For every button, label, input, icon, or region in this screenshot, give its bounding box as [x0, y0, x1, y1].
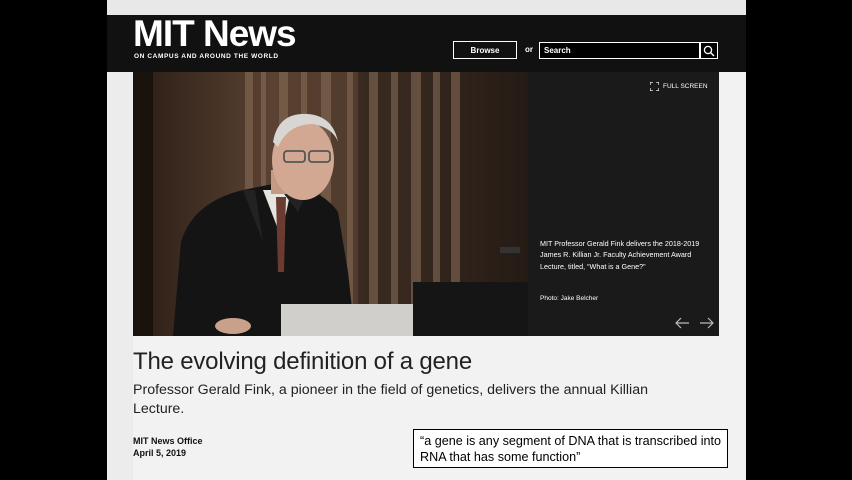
caption-panel: FULL SCREEN MIT Professor Gerald Fink de…: [528, 72, 719, 336]
lecture-photo: [133, 72, 528, 336]
search-input[interactable]: [539, 42, 700, 59]
site-tagline: ON CAMPUS AND AROUND THE WORLD: [134, 53, 279, 60]
arrow-right-icon: [700, 317, 714, 329]
photo-credit: Photo: Jake Belcher: [540, 295, 599, 302]
next-slide-button[interactable]: [699, 316, 715, 334]
fullscreen-label: FULL SCREEN: [663, 83, 708, 90]
article-subtitle: Professor Gerald Fink, a pioneer in the …: [133, 382, 648, 417]
article-title: The evolving definition of a gene: [133, 348, 472, 375]
quote-callout: “a gene is any segment of DNA that is tr…: [413, 429, 728, 468]
article-author[interactable]: MIT News Office: [133, 436, 203, 446]
fullscreen-icon: [650, 82, 659, 91]
photo-caption: MIT Professor Gerald Fink delivers the 2…: [540, 239, 700, 271]
or-label: or: [525, 45, 533, 54]
site-header: MIT News ON CAMPUS AND AROUND THE WORLD …: [107, 15, 746, 72]
article-date: April 5, 2019: [133, 448, 187, 458]
search-icon: [703, 45, 715, 56]
site-logo[interactable]: MIT News: [133, 15, 297, 53]
browse-button[interactable]: Browse: [453, 41, 517, 59]
previous-slide-button[interactable]: [674, 316, 690, 334]
fullscreen-button[interactable]: FULL SCREEN: [650, 82, 708, 91]
arrow-left-icon: [675, 317, 689, 329]
search-button[interactable]: [700, 42, 718, 59]
news-page: MIT News ON CAMPUS AND AROUND THE WORLD …: [107, 0, 746, 480]
left-margin: [107, 72, 133, 480]
